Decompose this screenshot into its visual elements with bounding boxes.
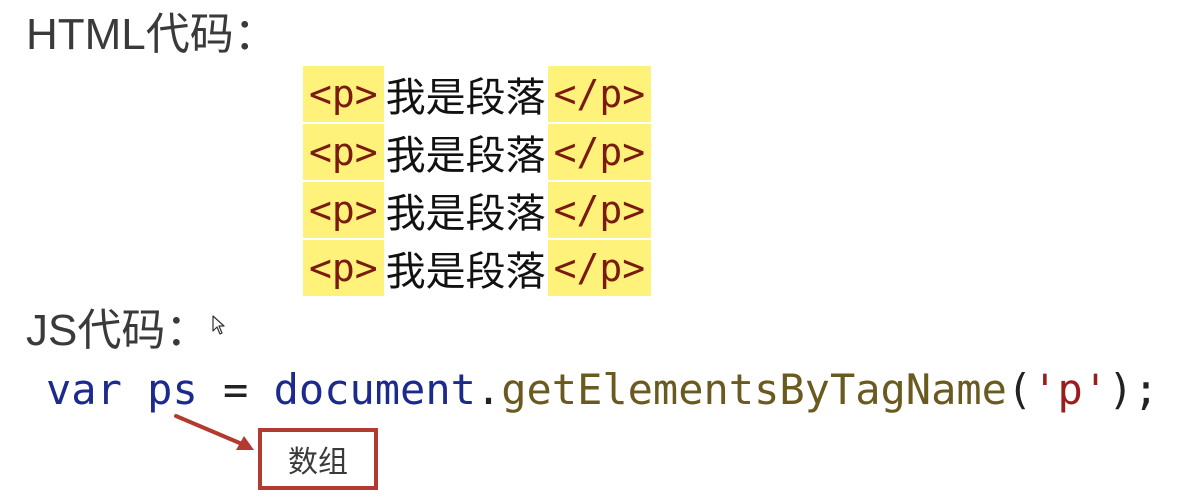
close-paren: );: [1108, 365, 1159, 414]
paragraph-text: 我是段落: [385, 249, 546, 295]
array-label: 数组: [288, 445, 348, 480]
array-annotation-box: 数组: [258, 428, 378, 490]
html-code-line: <p> 我是段落 </p>: [303, 182, 652, 238]
arrow-icon: [174, 414, 254, 450]
close-p-tag: </p>: [547, 182, 652, 238]
paragraph-text: 我是段落: [385, 191, 546, 237]
var-keyword: var: [46, 365, 122, 414]
html-code-line: <p> 我是段落 </p>: [303, 240, 652, 296]
string-argument: 'p': [1032, 365, 1109, 414]
html-code-block: <p> 我是段落 </p> <p> 我是段落 </p> <p> 我是段落 </p> <p> 我…: [303, 66, 652, 298]
open-paren: (: [1006, 365, 1033, 414]
close-p-tag: </p>: [547, 66, 652, 122]
document-object: document: [273, 365, 476, 414]
variable-name: ps: [147, 365, 198, 414]
open-p-tag: <p>: [303, 124, 384, 180]
close-p-tag: </p>: [547, 240, 652, 296]
mouse-pointer-icon: [212, 315, 225, 335]
html-code-heading: HTML代码：: [26, 10, 278, 59]
open-p-tag: <p>: [303, 182, 384, 238]
open-p-tag: <p>: [303, 66, 384, 122]
assign-operator: =: [223, 365, 249, 414]
html-code-line: <p> 我是段落 </p>: [303, 124, 652, 180]
html-code-line: <p> 我是段落 </p>: [303, 66, 652, 122]
dot-operator: .: [475, 365, 502, 414]
close-p-tag: </p>: [547, 124, 652, 180]
method-name: getElementsByTagName: [501, 365, 1007, 414]
paragraph-text: 我是段落: [385, 75, 546, 121]
slide: HTML代码： <p> 我是段落 </p> <p> 我是段落 </p> <p> 我是段落 <…: [0, 0, 1180, 502]
paragraph-text: 我是段落: [385, 133, 546, 179]
open-p-tag: <p>: [303, 240, 384, 296]
js-code-heading: JS代码：: [26, 306, 210, 355]
